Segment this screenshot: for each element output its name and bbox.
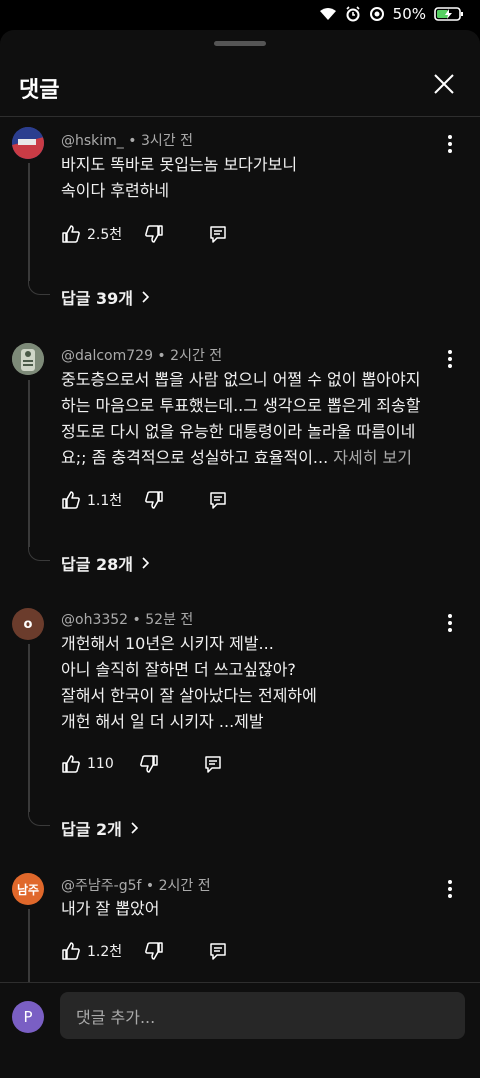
alarm-icon xyxy=(346,6,360,22)
read-more-link[interactable]: 자세히 보기 xyxy=(333,448,412,467)
comment-meta: @dalcom729 • 2시간 전 xyxy=(61,348,223,364)
like-count: 2.5천 xyxy=(87,227,123,243)
view-replies-button[interactable]: 답글 28개 xyxy=(61,551,151,575)
comment-line: 요;; 좀 충격적으로 성실하고 효율적이... 자세히 보기 xyxy=(61,445,451,471)
status-icons: 50% xyxy=(319,5,464,23)
thread-line xyxy=(28,644,30,812)
comment-time: 52분 전 xyxy=(145,612,194,628)
like-count: 1.1천 xyxy=(87,493,123,509)
comment-line: 정도로 다시 없을 유능한 대통령이라 놀라울 따름이네 xyxy=(61,422,416,441)
comment-body: 바지도 똑바로 못입는놈 보다가보니 속이다 후련하네 xyxy=(61,152,451,204)
thumb-down-icon xyxy=(145,225,163,243)
chevron-right-icon xyxy=(131,822,139,834)
comment-actions: 2.5천 xyxy=(61,222,228,246)
comment-line: 개헌해서 10년은 시키자 제발... xyxy=(61,634,274,653)
reply-icon xyxy=(210,226,226,243)
thumb-up-icon xyxy=(62,491,80,509)
chevron-right-icon xyxy=(142,557,150,569)
reply-icon xyxy=(210,492,226,509)
thumb-up-icon xyxy=(62,755,80,773)
sheet-title: 댓글 xyxy=(19,78,60,103)
thread-line xyxy=(28,909,30,982)
dislike-button[interactable] xyxy=(139,754,159,774)
replies-label: 답글 2개 xyxy=(61,820,122,839)
dislike-button[interactable] xyxy=(144,490,164,510)
dislike-button[interactable] xyxy=(144,224,164,244)
thread-curve xyxy=(28,281,50,295)
like-button[interactable]: 1.1천 xyxy=(61,490,144,510)
replies-label: 답글 39개 xyxy=(61,289,133,308)
comment-actions: 110 xyxy=(61,752,223,776)
avatar[interactable] xyxy=(12,343,44,375)
comment-line: 중도층으로서 뽑을 사람 없으니 어쩔 수 없이 뽑아야지 xyxy=(61,370,421,389)
data-saver-icon xyxy=(369,7,384,21)
thumb-up-icon xyxy=(62,225,80,243)
status-bar: 50% xyxy=(0,0,480,30)
comment-line: 하는 마음으로 투표했는데..그 생각으로 뽑은게 죄송할 xyxy=(61,396,421,415)
comments-sheet: 댓글 @hskim_ • 3시간 전 바지도 똑바로 못입는놈 보다가보니 속이… xyxy=(0,30,480,1078)
replies-label: 답글 28개 xyxy=(61,555,133,574)
like-count: 110 xyxy=(87,756,114,772)
comment-meta: @hskim_ • 3시간 전 xyxy=(61,133,193,149)
comment-time: 2시간 전 xyxy=(170,348,223,364)
comment-line: 잘해서 한국이 잘 살아났다는 전제하에 xyxy=(61,686,317,705)
reply-button[interactable] xyxy=(208,490,228,510)
reply-icon xyxy=(210,943,226,960)
thread-line xyxy=(28,163,30,281)
chevron-right-icon xyxy=(142,291,150,303)
battery-charging-icon xyxy=(434,7,463,21)
like-button[interactable]: 110 xyxy=(61,754,139,774)
reply-button[interactable] xyxy=(208,941,228,961)
like-count: 1.2천 xyxy=(87,944,123,960)
comment-line: 바지도 똑바로 못입는놈 보다가보니 xyxy=(61,155,298,174)
comment-author[interactable]: @hskim_ xyxy=(61,133,124,149)
avatar[interactable]: o xyxy=(12,608,44,640)
comment-line: 속이다 후련하네 xyxy=(61,181,170,200)
comment-meta: @주남주-g5f • 2시간 전 xyxy=(61,878,211,894)
like-button[interactable]: 2.5천 xyxy=(61,224,144,244)
comment-author[interactable]: @dalcom729 xyxy=(61,348,153,364)
battery-percent: 50% xyxy=(392,5,426,23)
reply-button[interactable] xyxy=(208,224,228,244)
comment-line: 내가 잘 뽑았어 xyxy=(61,899,160,918)
reply-icon xyxy=(205,756,221,773)
header-divider xyxy=(0,116,480,117)
thumb-down-icon xyxy=(140,755,158,773)
thread-line xyxy=(28,380,30,547)
thread-curve xyxy=(28,812,50,826)
thread-curve xyxy=(28,547,50,561)
user-avatar[interactable]: P xyxy=(12,1001,44,1033)
comment-author[interactable]: @oh3352 xyxy=(61,612,128,628)
like-button[interactable]: 1.2천 xyxy=(61,941,144,961)
comment-line: 아니 솔직히 잘하면 더 쓰고싶잖아? xyxy=(61,660,296,679)
drag-handle[interactable] xyxy=(214,41,266,46)
thumb-up-icon xyxy=(62,942,80,960)
comment-time: 2시간 전 xyxy=(158,878,211,894)
thumb-down-icon xyxy=(145,942,163,960)
comment-line: 개헌 해서 일 더 시키자 ...제발 xyxy=(61,712,264,731)
comment-actions: 1.2천 xyxy=(61,939,228,963)
comment-actions: 1.1천 xyxy=(61,488,228,512)
thumb-down-icon xyxy=(145,491,163,509)
comment-author[interactable]: @주남주-g5f xyxy=(61,878,141,894)
add-comment-input[interactable]: 댓글 추가... xyxy=(60,992,465,1039)
reply-button[interactable] xyxy=(203,754,223,774)
close-icon xyxy=(434,74,454,94)
comment-composer: P 댓글 추가... xyxy=(0,982,480,1078)
comment-body: 내가 잘 뽑았어 xyxy=(61,896,451,922)
wifi-icon xyxy=(319,8,336,20)
comment-meta: @oh3352 • 52분 전 xyxy=(61,612,194,628)
avatar[interactable]: 남주 xyxy=(12,873,44,905)
dislike-button[interactable] xyxy=(144,941,164,961)
close-button[interactable] xyxy=(432,72,456,96)
avatar[interactable] xyxy=(12,127,44,159)
view-replies-button[interactable]: 답글 39개 xyxy=(61,285,151,309)
comment-body: 중도층으로서 뽑을 사람 없으니 어쩔 수 없이 뽑아야지 하는 마음으로 투표… xyxy=(61,367,451,471)
comment-time: 3시간 전 xyxy=(140,133,193,149)
comment-body: 개헌해서 10년은 시키자 제발... 아니 솔직히 잘하면 더 쓰고싶잖아? … xyxy=(61,631,451,735)
comment-line-text: 요;; 좀 충격적으로 성실하고 효율적이... xyxy=(61,448,329,467)
view-replies-button[interactable]: 답글 2개 xyxy=(61,816,140,840)
